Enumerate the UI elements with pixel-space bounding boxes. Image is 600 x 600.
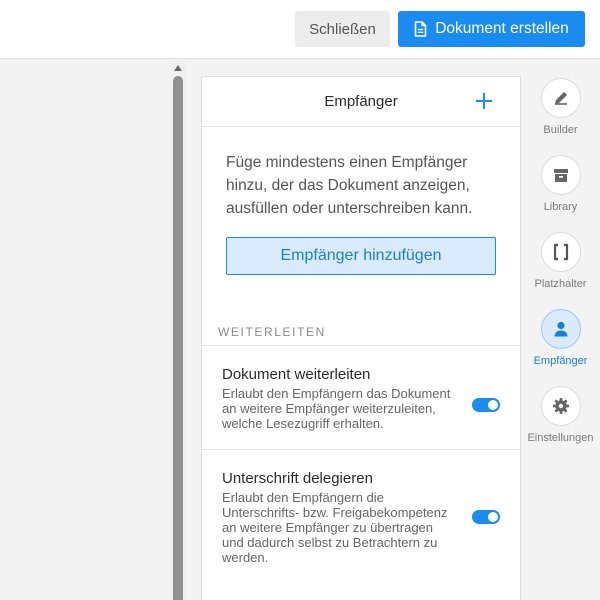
rail-label: Empfänger	[533, 355, 588, 367]
close-button[interactable]: Schließen	[295, 11, 390, 47]
recipients-intro-text: Füge mindestens einen Empfänger hinzu, d…	[226, 154, 473, 217]
canvas-scrollbar[interactable]	[170, 60, 186, 600]
rail-item-settings[interactable]: Einstellungen	[521, 386, 600, 444]
setting-title: Dokument weiterleiten	[222, 366, 371, 383]
rail-label: Library	[543, 201, 578, 213]
setting-forward-document: Dokument weiterleiten Erlaubt den Empfän…	[202, 345, 520, 449]
document-icon	[414, 21, 427, 37]
gear-icon	[552, 398, 569, 414]
panel-header: Empfänger	[202, 77, 520, 127]
user-icon	[554, 321, 567, 337]
rail-button[interactable]	[540, 155, 581, 195]
archive-box-icon	[553, 169, 568, 182]
rail-label: Platzhalter	[534, 278, 587, 290]
forwarding-section-label: WEITERLEITEN	[218, 325, 326, 339]
setting-description: Erlaubt den Empfängern das Dokument an w…	[222, 386, 451, 431]
top-toolbar: Schließen Dokument erstellen	[0, 0, 600, 59]
setting-delegate-signature: Unterschrift delegieren Erlaubt den Empf…	[202, 449, 520, 583]
setting-title: Unterschrift delegieren	[222, 470, 373, 487]
rail-item-library[interactable]: Library	[521, 155, 600, 213]
rail-button[interactable]	[540, 309, 581, 349]
rail-item-recipients[interactable]: Empfänger	[521, 309, 600, 367]
document-canvas	[0, 60, 170, 600]
add-recipient-plus-icon[interactable]	[474, 91, 494, 111]
rail-item-builder[interactable]: Builder	[521, 78, 600, 136]
rail-item-placeholder[interactable]: Platzhalter	[521, 232, 600, 290]
rail-label: Einstellungen	[527, 432, 594, 444]
right-tool-rail: Builder Library Platzhalter Empfänger Ei…	[521, 60, 600, 600]
pencil-icon	[554, 92, 567, 105]
rail-label: Builder	[543, 124, 578, 136]
rail-button[interactable]	[540, 78, 581, 118]
delegate-signature-toggle[interactable]	[472, 510, 500, 524]
panel-title: Empfänger	[324, 93, 398, 110]
recipients-panel: Empfänger Füge mindestens einen Empfänge…	[201, 76, 521, 600]
create-document-label: Dokument erstellen	[435, 20, 569, 37]
create-document-button[interactable]: Dokument erstellen	[398, 11, 585, 47]
rail-button[interactable]	[540, 386, 581, 426]
brackets-icon	[553, 243, 568, 261]
add-recipient-button[interactable]: Empfänger hinzufügen	[226, 237, 496, 275]
scroll-up-arrow-icon[interactable]	[174, 65, 182, 71]
setting-description: Erlaubt den Empfängern die Unterschrifts…	[222, 490, 448, 565]
rail-button[interactable]	[540, 232, 581, 272]
scroll-thumb[interactable]	[173, 76, 183, 600]
forward-document-toggle[interactable]	[472, 398, 500, 412]
